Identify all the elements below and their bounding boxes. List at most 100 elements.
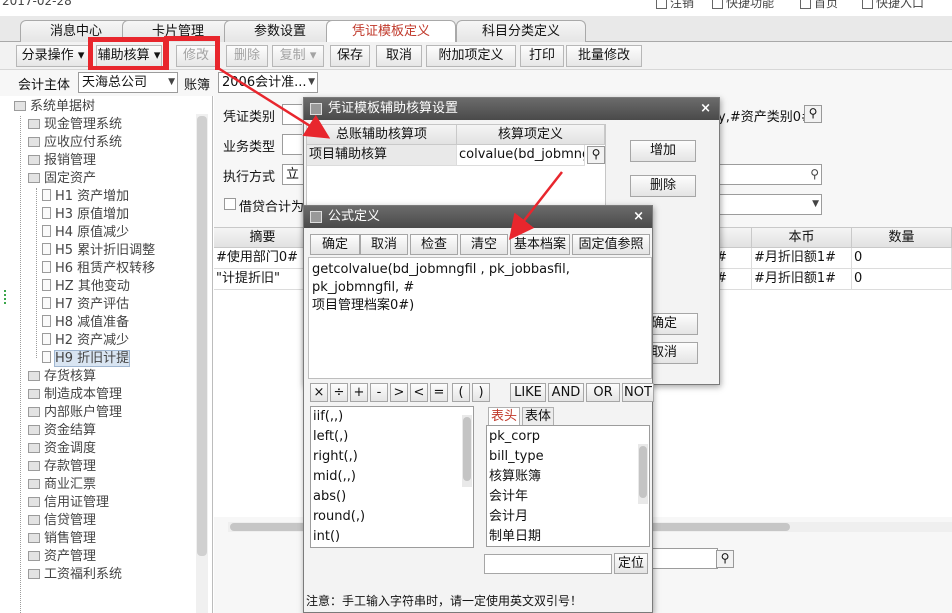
entity-select[interactable]: 天海总公司 ▼: [78, 72, 178, 93]
op-like-button[interactable]: LIKE: [510, 383, 546, 402]
search-icon[interactable]: ⚲: [804, 105, 822, 123]
fixed-ref-button[interactable]: 固定值参照: [572, 234, 650, 255]
delete-button[interactable]: 删除: [226, 45, 268, 67]
split-op-button[interactable]: 分录操作 ▾: [16, 45, 90, 67]
op-multiply-button[interactable]: ×: [310, 383, 328, 402]
list-scrollbar[interactable]: [638, 444, 648, 504]
tree-item[interactable]: H7 资产评估: [42, 296, 129, 314]
voucher-type-field[interactable]: [282, 104, 302, 125]
tab-header-fields[interactable]: 表头: [488, 407, 520, 425]
tree-item[interactable]: 存款管理: [28, 458, 96, 476]
search-field[interactable]: ⚲: [714, 164, 822, 185]
extra-select[interactable]: ▼: [714, 194, 822, 215]
tree-item[interactable]: 制造成本管理: [28, 386, 122, 404]
check-button[interactable]: 检查: [410, 234, 458, 255]
column-header-item[interactable]: 总账辅助核算项: [307, 125, 457, 145]
cancel-button[interactable]: 取消: [376, 45, 422, 67]
op-minus-button[interactable]: -: [370, 383, 388, 402]
function-item[interactable]: right(,): [313, 447, 358, 467]
function-item[interactable]: left(,): [313, 427, 348, 447]
function-item[interactable]: round(,): [313, 507, 365, 527]
tree-item[interactable]: H1 资产增加: [42, 188, 129, 206]
business-type-field[interactable]: [282, 134, 302, 155]
list-scrollbar[interactable]: [462, 415, 472, 487]
op-plus-button[interactable]: +: [350, 383, 368, 402]
op-rparen-button[interactable]: ): [472, 383, 490, 402]
tree-item[interactable]: 信贷管理: [28, 512, 96, 530]
grid-cell-summary[interactable]: #使用部门0#: [214, 248, 312, 269]
column-header-qty[interactable]: 数量: [852, 228, 952, 248]
tree-item[interactable]: 资产管理: [28, 548, 96, 566]
field-item[interactable]: pk_corp: [489, 427, 540, 447]
tree-item[interactable]: 资金调度: [28, 440, 96, 458]
tree-item[interactable]: H5 累计折旧调整: [42, 242, 155, 260]
tree-item[interactable]: H9 折旧计提: [42, 350, 131, 368]
grid-cell-local[interactable]: #月折旧额1#: [752, 248, 852, 269]
tree-item[interactable]: 应收应付系统: [28, 134, 122, 152]
clear-button[interactable]: 清空: [460, 234, 508, 255]
basic-archive-button[interactable]: 基本档案: [510, 234, 570, 255]
tree-item[interactable]: H8 减值准备: [42, 314, 129, 332]
batch-modify-button[interactable]: 批量修改: [566, 45, 642, 67]
tree-item[interactable]: HZ 其他变动: [42, 278, 130, 296]
scroll-thumb[interactable]: [639, 446, 647, 498]
field-item[interactable]: 核算账簿: [489, 467, 541, 487]
function-item[interactable]: iif(,,): [313, 407, 343, 427]
shortcut-link[interactable]: 快捷功能: [712, 0, 774, 11]
field-item[interactable]: 制单日期: [489, 527, 541, 546]
field-item[interactable]: bill_type: [489, 447, 544, 467]
close-icon[interactable]: ×: [700, 98, 711, 120]
debit-credit-checkbox[interactable]: [224, 198, 236, 210]
search-icon[interactable]: ⚲: [587, 146, 605, 164]
tree-item[interactable]: 报销管理: [28, 152, 96, 170]
column-header-def[interactable]: 核算项定义: [457, 125, 605, 145]
delete-button[interactable]: 删除: [630, 175, 696, 197]
grid-cell-def[interactable]: colvalue(bd_jobmngfil: [457, 145, 585, 166]
function-item[interactable]: int(): [313, 527, 340, 547]
logout-link[interactable]: 注销: [656, 0, 694, 11]
add-button[interactable]: 增加: [630, 140, 696, 162]
formula-ok-button[interactable]: 确定: [310, 234, 360, 255]
grid-cell-qty[interactable]: 0: [852, 248, 952, 269]
grid-cell-qty[interactable]: 0: [852, 269, 952, 290]
tree-item[interactable]: H2 资产减少: [42, 332, 129, 350]
scroll-thumb[interactable]: [463, 417, 471, 481]
op-eq-button[interactable]: =: [430, 383, 448, 402]
grid-cell-item[interactable]: 项目辅助核算: [307, 145, 457, 166]
tree-item[interactable]: H4 原值减少: [42, 224, 129, 242]
tree-item[interactable]: 销售管理: [28, 530, 96, 548]
op-divide-button[interactable]: ÷: [330, 383, 348, 402]
tree-item[interactable]: 信用证管理: [28, 494, 109, 512]
tab-body-fields[interactable]: 表体: [522, 407, 554, 425]
op-and-button[interactable]: AND: [548, 383, 584, 402]
column-header-summary[interactable]: 摘要: [214, 228, 312, 248]
tree-scrollbar[interactable]: [196, 114, 208, 613]
tree-item[interactable]: 资金结算: [28, 422, 96, 440]
copy-button[interactable]: 复制 ▾: [272, 45, 324, 67]
tree-item[interactable]: 现金管理系统: [28, 116, 122, 134]
tab-subject-classify[interactable]: 科目分类定义: [456, 20, 586, 43]
close-icon[interactable]: ×: [633, 206, 644, 228]
grid-cell-summary[interactable]: "计提折旧": [214, 269, 312, 290]
column-header-local[interactable]: 本币: [752, 228, 852, 248]
tree-item[interactable]: 商业汇票: [28, 476, 96, 494]
tab-params[interactable]: 参数设置: [224, 20, 336, 43]
op-gt-button[interactable]: >: [390, 383, 408, 402]
locate-button[interactable]: 定位: [614, 553, 648, 574]
field-item[interactable]: 会计月: [489, 507, 528, 527]
save-button[interactable]: 保存: [330, 45, 370, 67]
op-or-button[interactable]: OR: [586, 383, 620, 402]
book-select[interactable]: 2006会计准... ▼: [218, 72, 318, 93]
search-icon[interactable]: ⚲: [716, 550, 734, 568]
grid-cell-local[interactable]: #月折旧额1#: [752, 269, 852, 290]
scroll-thumb[interactable]: [197, 116, 207, 556]
field-item[interactable]: 会计年: [489, 487, 528, 507]
exec-mode-select[interactable]: 立: [282, 164, 304, 185]
function-item[interactable]: abs(): [313, 487, 346, 507]
splitter-handle[interactable]: [4, 290, 7, 304]
tree-item[interactable]: 内部账户管理: [28, 404, 122, 422]
extra-def-button[interactable]: 附加项定义: [426, 45, 516, 67]
formula-cancel-button[interactable]: 取消: [360, 234, 408, 255]
locate-input[interactable]: [484, 554, 612, 574]
op-lt-button[interactable]: <: [410, 383, 428, 402]
